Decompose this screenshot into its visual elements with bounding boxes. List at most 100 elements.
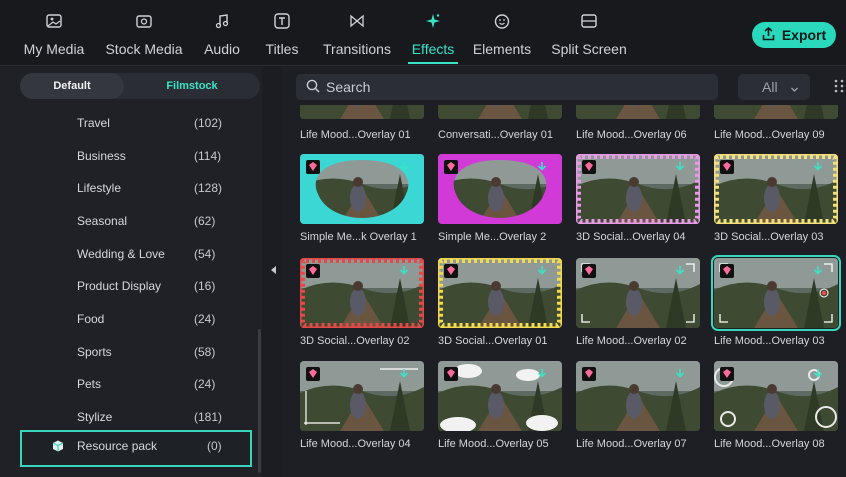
tab-label: Split Screen (551, 41, 627, 57)
category-count: (62) (194, 214, 216, 228)
effect-caption: Life Mood...Overlay 02 (576, 335, 687, 347)
more-options-icon[interactable] (833, 78, 846, 94)
effect-caption: Life Mood...Overlay 09 (714, 129, 825, 141)
tab-label: Effects (411, 41, 455, 57)
collapse-sidebar-arrow-icon[interactable] (271, 266, 276, 274)
category-name: Travel (77, 116, 110, 130)
effect-thumbnail-sliver[interactable] (438, 105, 562, 119)
effect-caption: 3D Social...Overlay 02 (300, 335, 410, 347)
transitions-icon (318, 12, 396, 34)
category-resource-pack[interactable]: Resource pack (0) (20, 430, 252, 467)
effect-caption: Life Mood...Overlay 05 (438, 438, 549, 450)
media-icon (18, 12, 90, 34)
effect-caption: Simple Me...k Overlay 1 (300, 231, 417, 243)
effect-thumbnail[interactable] (576, 258, 700, 328)
tab-label: My Media (23, 41, 85, 57)
chevron-down-icon (790, 81, 799, 97)
effect-caption: Life Mood...Overlay 03 (714, 335, 825, 347)
category-sidebar: Default Filmstock Travel (102) Business (1… (0, 67, 262, 477)
category-name: Resource pack (77, 439, 158, 453)
segment-filmstock[interactable]: Filmstock (124, 73, 260, 99)
effect-thumbnail[interactable] (438, 258, 562, 328)
tab-titles[interactable]: Titles (262, 12, 302, 62)
effect-thumbnail[interactable] (438, 361, 562, 431)
category-count: (54) (194, 247, 216, 261)
filter-value: All (762, 79, 778, 95)
category-name: Pets (77, 377, 102, 391)
effect-thumbnail[interactable] (300, 361, 424, 431)
category-name: Sports (77, 345, 112, 359)
tab-label: Elements (472, 41, 532, 57)
category-count: (24) (194, 312, 216, 326)
category-business[interactable]: Business (114) (20, 140, 252, 172)
effect-thumbnail[interactable] (438, 154, 562, 224)
category-seasonal[interactable]: Seasonal (62) (20, 205, 252, 237)
tab-label: Transitions (323, 41, 391, 57)
tab-elements[interactable]: Elements (470, 12, 534, 62)
resource-pack-icon (52, 440, 64, 452)
effect-caption: Life Mood...Overlay 08 (714, 438, 825, 450)
tab-transitions[interactable]: Transitions (318, 12, 396, 62)
source-switch: Default Filmstock (20, 73, 260, 99)
effects-library: Search All Life Mood...Overlay 01 Convers… (282, 67, 846, 477)
filter-dropdown[interactable]: All (738, 74, 810, 100)
tab-audio[interactable]: Audio (200, 12, 244, 62)
effect-caption: Conversati...Overlay 01 (438, 129, 553, 141)
tab-stock-media[interactable]: Stock Media (100, 12, 188, 62)
effect-caption: 3D Social...Overlay 04 (576, 231, 686, 243)
effect-thumbnail-sliver[interactable] (714, 105, 838, 119)
tab-label: Stock Media (105, 41, 183, 57)
category-name: Food (77, 312, 105, 326)
effect-caption: Life Mood...Overlay 04 (300, 438, 411, 450)
search-placeholder: Search (326, 79, 371, 95)
effect-thumbnail[interactable] (711, 255, 841, 331)
search-input[interactable]: Search (296, 74, 718, 100)
category-name: Lifestyle (77, 181, 122, 195)
category-lifestyle[interactable]: Lifestyle (128) (20, 172, 252, 204)
effect-thumbnail[interactable] (576, 154, 700, 224)
effect-thumbnail-sliver[interactable] (576, 105, 700, 119)
category-sports[interactable]: Sports (58) (20, 336, 252, 368)
effect-caption: Life Mood...Overlay 06 (576, 129, 687, 141)
category-stylize[interactable]: Stylize (181) (20, 401, 252, 433)
split-screen-icon (546, 12, 632, 34)
tab-effects[interactable]: Effects (408, 12, 458, 64)
effect-thumbnail[interactable] (300, 154, 424, 224)
export-button[interactable]: Export (752, 22, 836, 48)
category-count: (16) (194, 279, 216, 293)
category-count: (58) (194, 345, 216, 359)
effect-caption: Life Mood...Overlay 01 (300, 129, 411, 141)
effect-caption: 3D Social...Overlay 01 (438, 335, 548, 347)
titles-icon (262, 12, 302, 34)
effect-thumbnail[interactable] (576, 361, 700, 431)
category-food[interactable]: Food (24) (20, 303, 252, 335)
effect-thumbnail[interactable] (300, 258, 424, 328)
category-count: (0) (207, 439, 222, 453)
category-name: Stylize (77, 410, 113, 424)
category-name: Seasonal (77, 214, 128, 228)
category-pets[interactable]: Pets (24) (20, 368, 252, 400)
effect-caption: Life Mood...Overlay 07 (576, 438, 687, 450)
effect-thumbnail[interactable] (714, 361, 838, 431)
effect-thumbnail[interactable] (714, 154, 838, 224)
sidebar-scrollbar[interactable] (258, 329, 261, 473)
tab-label: Audio (204, 41, 240, 57)
tab-my-media[interactable]: My Media (18, 12, 90, 62)
export-label: Export (781, 27, 827, 43)
category-wedding-love[interactable]: Wedding & Love (54) (20, 238, 252, 270)
category-travel[interactable]: Travel (102) (20, 107, 252, 139)
effect-thumbnail-sliver[interactable] (300, 105, 424, 119)
category-product-display[interactable]: Product Display (16) (20, 270, 252, 302)
tab-split-screen[interactable]: Split Screen (546, 12, 632, 62)
smiley-icon (470, 12, 534, 34)
segment-default[interactable]: Default (20, 73, 124, 99)
effect-caption: 3D Social...Overlay 03 (714, 231, 824, 243)
music-note-icon (200, 12, 244, 34)
category-count: (114) (194, 149, 222, 163)
sparkle-icon (408, 12, 458, 34)
category-count: (128) (194, 181, 223, 195)
tab-label: Titles (265, 41, 299, 57)
category-name: Wedding & Love (77, 247, 165, 261)
category-name: Business (77, 149, 126, 163)
export-icon (762, 26, 775, 44)
